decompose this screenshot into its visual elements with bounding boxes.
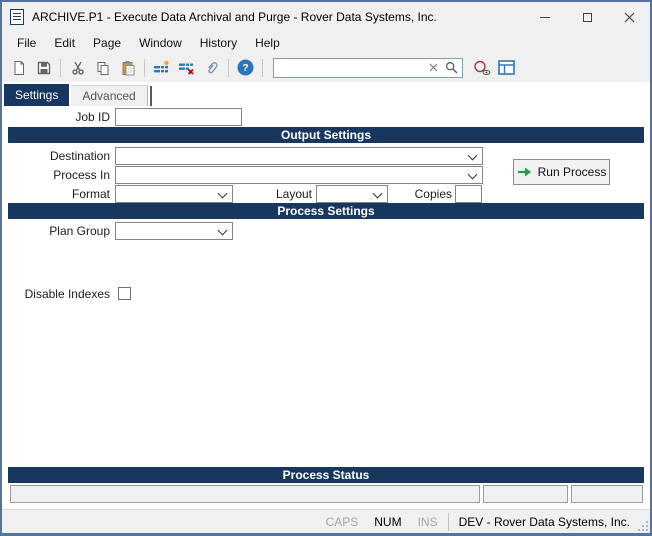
section-header-output-settings: Output Settings [8, 127, 644, 143]
tab-settings[interactable]: Settings [4, 84, 70, 106]
format-label: Format [71, 187, 110, 201]
paste-clipboard-icon [122, 60, 134, 75]
magnifier-eye-icon [473, 60, 490, 75]
run-process-label: Run Process [537, 165, 607, 179]
save-button[interactable] [31, 56, 56, 80]
form-area: Settings Advanced Job ID Output Settings… [2, 82, 650, 509]
process-in-dropdown[interactable] [115, 166, 483, 184]
svg-text:?: ? [242, 62, 248, 74]
chevron-down-icon [467, 169, 478, 180]
tab-divider [149, 86, 152, 106]
toolbar-separator [144, 58, 145, 77]
table-layout-icon [498, 60, 515, 75]
environment-label: DEV - Rover Data Systems, Inc. [458, 514, 630, 529]
cut-scissors-icon [71, 61, 84, 75]
plan-group-value [116, 225, 119, 239]
menu-bar: File Edit Page Window History Help [2, 32, 650, 53]
toolbar-separator [262, 58, 263, 77]
clear-x-icon [429, 63, 437, 72]
status-bar: CAPS NUM INS DEV - Rover Data Systems, I… [2, 509, 650, 533]
resize-grip[interactable] [636, 515, 650, 533]
disable-indexes-checkbox[interactable] [118, 287, 131, 300]
window-document-icon [10, 9, 24, 25]
insert-row-button[interactable] [149, 56, 174, 80]
search-box [273, 57, 463, 78]
help-icon: ? [237, 59, 254, 76]
delete-row-button[interactable] [174, 56, 199, 80]
maximize-button[interactable] [566, 2, 608, 32]
paperclip-icon [207, 61, 218, 73]
search-input[interactable] [276, 59, 424, 76]
chevron-down-icon [467, 150, 478, 161]
resize-grip-icon [638, 521, 648, 531]
process-in-label: Process In [53, 168, 110, 182]
close-button[interactable] [608, 2, 650, 32]
minimize-button[interactable] [524, 2, 566, 32]
insert-indicator: INS [417, 514, 438, 529]
cut-button[interactable] [65, 56, 90, 80]
toolbar-separator [60, 58, 61, 77]
tab-advanced[interactable]: Advanced [71, 85, 148, 106]
process-status-field-2 [483, 485, 568, 503]
menu-item-help[interactable]: Help [246, 34, 289, 52]
run-arrow-icon [517, 167, 531, 177]
copies-input[interactable] [455, 185, 482, 203]
run-process-button[interactable]: Run Process [513, 159, 610, 185]
layout-value [317, 188, 320, 202]
layout-grid-button[interactable] [494, 56, 519, 80]
caps-lock-indicator: CAPS [325, 514, 359, 529]
minimize-icon [540, 16, 550, 18]
process-status-field-3 [571, 485, 643, 503]
help-button[interactable]: ? [233, 56, 258, 80]
plan-group-label: Plan Group [49, 224, 110, 238]
job-id-label: Job ID [75, 110, 110, 124]
copy-icon [97, 61, 108, 75]
layout-label: Layout [275, 187, 312, 201]
plan-group-dropdown[interactable] [115, 222, 233, 240]
tab-strip: Settings Advanced [4, 84, 152, 106]
job-id-input[interactable] [115, 108, 242, 126]
destination-dropdown[interactable] [115, 147, 483, 165]
process-status-message-field [10, 485, 480, 503]
new-button[interactable] [6, 56, 31, 80]
menu-item-edit[interactable]: Edit [45, 34, 84, 52]
search-magnifier-icon [445, 61, 457, 74]
destination-label: Destination [49, 149, 110, 163]
menu-item-page[interactable]: Page [84, 34, 130, 52]
attachment-button[interactable] [199, 56, 224, 80]
application-window: ARCHIVE.P1 - Execute Data Archival and P… [0, 0, 652, 536]
window-title: ARCHIVE.P1 - Execute Data Archival and P… [32, 10, 437, 24]
new-document-icon [14, 60, 24, 75]
insert-row-icon [154, 60, 169, 72]
process-in-value [116, 169, 119, 183]
title-bar: ARCHIVE.P1 - Execute Data Archival and P… [2, 2, 650, 32]
save-icon [37, 61, 50, 74]
clear-search-button[interactable] [424, 59, 442, 77]
maximize-icon [582, 12, 592, 22]
format-value [116, 188, 119, 202]
close-icon [624, 12, 634, 22]
statusbar-separator [447, 512, 449, 531]
search-go-button[interactable] [442, 59, 460, 77]
section-header-process-settings: Process Settings [8, 203, 644, 219]
disable-indexes-label: Disable Indexes [24, 287, 110, 301]
delete-row-icon [179, 63, 194, 75]
chevron-down-icon [217, 225, 228, 236]
paste-button[interactable] [115, 56, 140, 80]
copies-label: Copies [414, 187, 452, 201]
menu-item-file[interactable]: File [8, 34, 45, 52]
menu-item-window[interactable]: Window [130, 34, 191, 52]
copy-button[interactable] [90, 56, 115, 80]
num-lock-indicator: NUM [374, 514, 402, 529]
destination-value [116, 150, 119, 164]
menu-item-history[interactable]: History [191, 34, 246, 52]
lookup-button[interactable] [469, 56, 494, 80]
section-header-process-status: Process Status [8, 467, 644, 483]
toolbar-separator [228, 58, 229, 77]
toolbar: ? [2, 53, 650, 82]
